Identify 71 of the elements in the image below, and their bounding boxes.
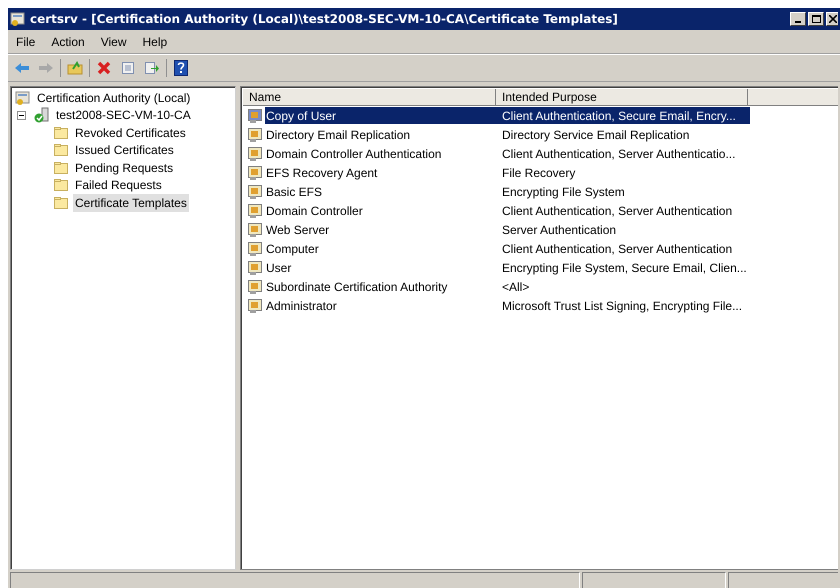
document-icon [121,61,135,75]
folder-icon [53,126,69,140]
app-icon [10,11,26,27]
certificate-template-icon [247,260,263,276]
template-name[interactable]: Basic EFS [265,183,496,200]
column-header[interactable]: Name [243,89,496,106]
help-icon [174,60,188,76]
certificate-template-icon [247,298,263,314]
tree-item[interactable]: Revoked Certificates [73,124,188,142]
intended-purpose: <All> [501,278,530,295]
intended-purpose: Encrypting File System [501,184,626,200]
template-name[interactable]: Domain Controller Authentication [265,145,496,162]
folder-icon [53,178,69,192]
intended-purpose: Client Authentication, Server Authenticatio... [501,146,736,162]
menu-item[interactable]: Help [136,32,174,52]
certificate-template-icon [247,240,263,256]
folder-icon [53,160,69,175]
delete-icon [97,61,111,75]
template-name[interactable]: Directory Email Replication [265,126,496,143]
intended-purpose: Directory Service Email Replication [501,126,690,143]
export-list-icon [144,61,160,75]
tree-item[interactable]: Certification Authority (Local) [35,88,192,107]
minus-icon [19,112,24,118]
tree-item[interactable]: Pending Requests [73,158,176,177]
minimize-button[interactable] [790,12,806,26]
menu-item[interactable]: View [94,32,132,52]
template-name[interactable]: EFS Recovery Agent [265,164,496,181]
intended-purpose: Client Authentication, Secure Email, Encry... [496,107,750,124]
intended-purpose: Client Authentication, Server Authentication [501,202,734,219]
close-icon [828,15,836,23]
certificate-template-icon [247,126,263,142]
certificate-template-icon [247,108,263,124]
certificate-template-icon [247,164,263,180]
intended-purpose: Client Authentication, Server Authentication [501,240,734,257]
template-name[interactable]: Domain Controller [265,202,496,219]
menu-item[interactable]: Action [45,32,91,52]
tree-item[interactable]: test2008-SEC-VM-10-CA [54,106,193,124]
server-check-icon [34,107,50,124]
collapse-toggle[interactable] [17,110,26,120]
template-name[interactable]: Administrator [265,297,496,314]
certificate-template-icon [247,184,263,200]
template-name[interactable]: Web Server [265,221,496,238]
certificate-template-icon [247,202,263,218]
intended-purpose: Encrypting File System, Secure Email, Clien... [501,260,748,276]
maximize-button[interactable] [808,12,824,26]
intended-purpose: File Recovery [501,164,576,181]
template-name[interactable]: Computer [265,240,496,257]
column-header[interactable]: Intended Purpose [496,89,748,106]
template-name[interactable]: User [265,259,496,276]
forward-arrow-icon [38,62,54,74]
back-arrow-icon [14,62,30,74]
menu-item[interactable]: File [10,32,42,52]
help-button[interactable] [171,58,191,78]
tree-item[interactable]: Failed Requests [73,176,164,194]
maximize-icon [812,15,820,23]
minimize-icon [795,21,801,23]
close-button[interactable] [826,12,838,26]
tree-item[interactable]: Issued Certificates [73,141,176,160]
tree-item[interactable]: Certificate Templates [73,194,189,212]
window-title: certsrv - [Certification Authority (Local)\test2008-SEC-VM-10-CA\Certificate Templates] [30,11,618,28]
template-name[interactable]: Copy of User [265,107,496,124]
certificate-authority-icon [15,90,31,106]
intended-purpose: Server Authentication [501,222,618,238]
folder-icon [53,196,69,210]
certificate-template-icon [247,278,263,294]
certificate-template-icon [247,222,263,238]
folder-icon [53,143,69,158]
folder-up-icon [67,61,83,75]
certificate-template-icon [247,146,263,162]
intended-purpose: Microsoft Trust List Signing, Encrypting File... [501,298,744,314]
template-name[interactable]: Subordinate Certification Authority [265,278,496,295]
